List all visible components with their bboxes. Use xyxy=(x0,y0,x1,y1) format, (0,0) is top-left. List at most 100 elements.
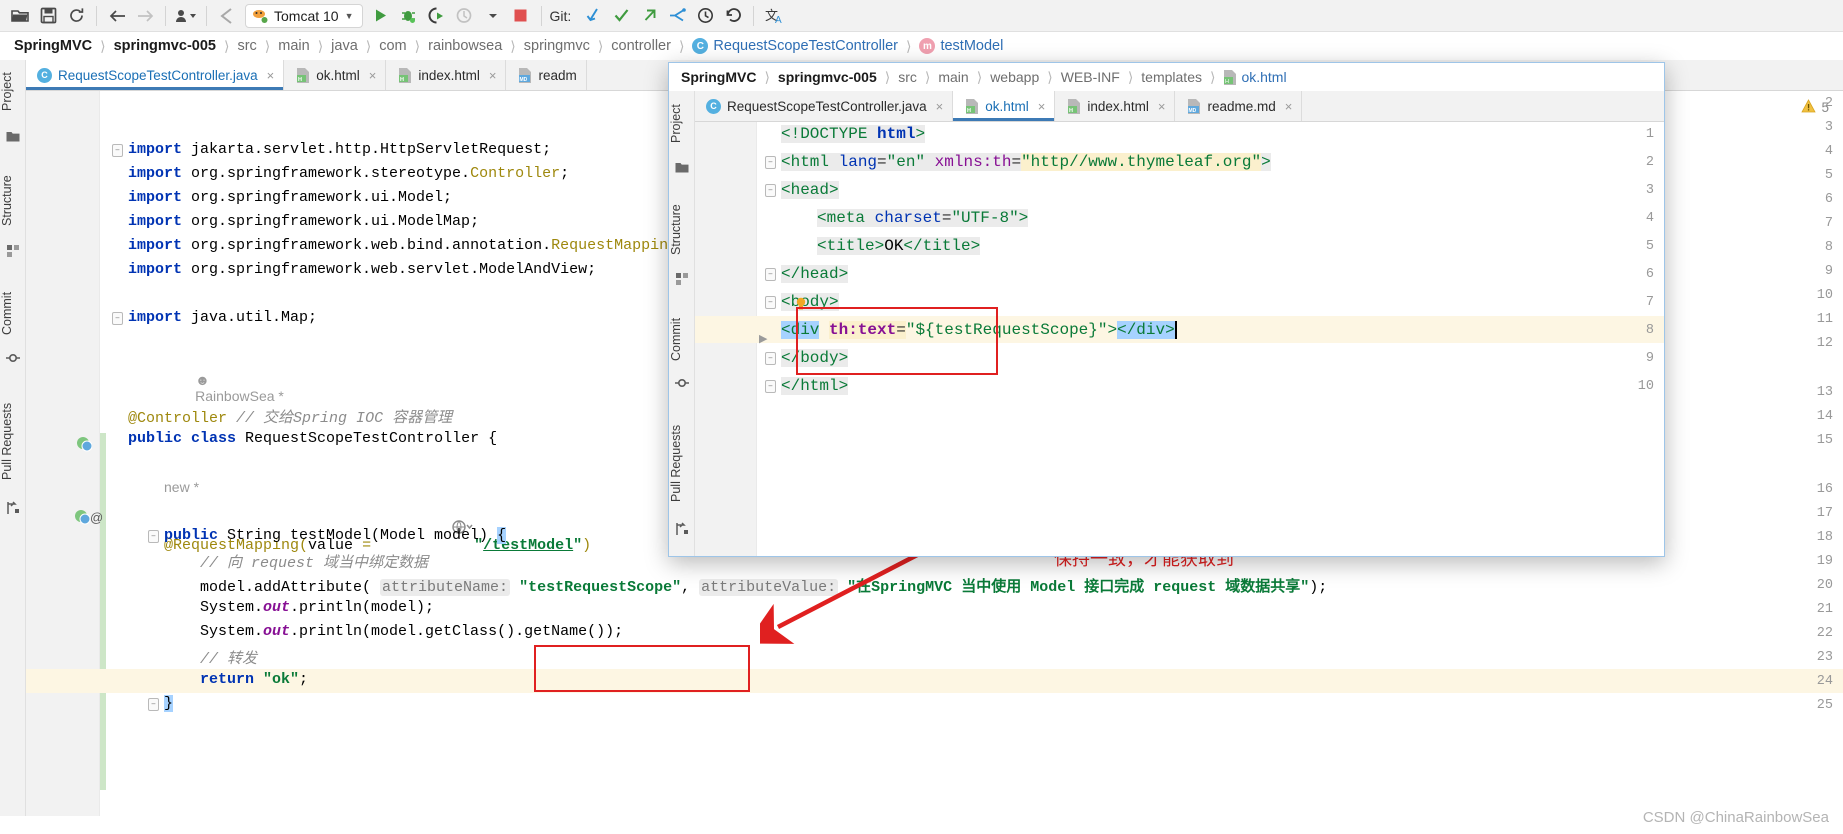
attribute-value-literal: "在SpringMVC 当中使用 Model 接口完成 request 域数据共… xyxy=(847,579,1310,596)
popup-tab-readme-md[interactable]: MD readme.md × xyxy=(1175,91,1303,121)
breadcrumb-separator: ⟩ xyxy=(884,68,891,85)
close-icon[interactable]: × xyxy=(489,68,497,83)
expand-arrow-icon[interactable]: ▶ xyxy=(759,332,767,345)
fold-marker-icon[interactable]: – xyxy=(112,312,123,325)
breadcrumb-item-rainbowsea[interactable]: rainbowsea xyxy=(428,38,502,54)
popup-sidebar-item-pull-requests[interactable]: Pull Requests xyxy=(669,413,695,513)
git-rebase-icon[interactable] xyxy=(663,3,691,29)
git-label: Git: xyxy=(549,7,572,24)
fold-marker-icon[interactable]: – xyxy=(765,268,776,281)
gutter-annotation-icon[interactable]: @ xyxy=(90,510,103,525)
profile-dropdown-icon[interactable] xyxy=(172,3,200,29)
debug-icon[interactable] xyxy=(395,3,423,29)
breadcrumb-item-springmvc-005[interactable]: springmvc-005 xyxy=(114,38,216,54)
open-folder-icon[interactable] xyxy=(6,3,34,29)
popup-sidebar-item-structure[interactable]: Structure xyxy=(669,195,695,265)
run-with-coverage-icon[interactable] xyxy=(423,3,451,29)
run-configuration-selector[interactable]: Tomcat 10 ▼ xyxy=(245,3,363,28)
git-update-icon[interactable] xyxy=(579,3,607,29)
close-icon[interactable]: × xyxy=(1038,99,1046,114)
popup-breadcrumb-item-ok-html[interactable]: ok.html xyxy=(1241,69,1286,85)
git-rollback-icon[interactable] xyxy=(719,3,747,29)
param-hint-attributevalue: attributeValue: xyxy=(699,579,839,596)
fold-marker-icon[interactable]: – xyxy=(765,184,776,197)
close-icon[interactable]: × xyxy=(267,68,275,83)
toolbar-divider-2 xyxy=(165,5,166,26)
breadcrumb-item-src[interactable]: src xyxy=(237,38,256,54)
tab-readme-md[interactable]: MD readm xyxy=(506,60,587,90)
breadcrumb-separator: ⟩ xyxy=(764,68,770,85)
line-number-gutter[interactable] xyxy=(26,91,100,834)
sidebar-item-project[interactable]: Project xyxy=(0,62,26,122)
left-tool-strip: Project Structure Commit Pull Requests xyxy=(0,60,26,834)
popup-breadcrumb-item-templates[interactable]: templates xyxy=(1141,69,1202,85)
git-push-icon[interactable] xyxy=(635,3,663,29)
git-history-icon[interactable] xyxy=(691,3,719,29)
fold-marker-icon[interactable]: – xyxy=(112,144,123,157)
breadcrumb-item-method[interactable]: testModel xyxy=(940,38,1003,54)
breadcrumb-item-springmvc-pkg[interactable]: springmvc xyxy=(524,38,590,54)
close-icon[interactable]: × xyxy=(1158,99,1166,114)
fold-marker-icon[interactable]: – xyxy=(148,698,159,711)
popup-breadcrumb-item-main[interactable]: main xyxy=(938,69,968,85)
git-commit-icon[interactable] xyxy=(607,3,635,29)
close-icon[interactable]: × xyxy=(1285,99,1293,114)
gutter-run-icon[interactable] xyxy=(76,436,93,455)
intention-bulb-icon[interactable] xyxy=(795,297,807,316)
fold-marker-icon[interactable]: – xyxy=(148,530,159,543)
close-icon[interactable]: × xyxy=(936,99,944,114)
popup-breadcrumb-item-src[interactable]: src xyxy=(898,69,917,85)
breadcrumb-separator: ⟩ xyxy=(597,37,604,54)
back-arrow-icon[interactable] xyxy=(103,3,131,29)
popup-breadcrumb-item-springmvc[interactable]: SpringMVC xyxy=(681,69,756,85)
toolbar-divider-4 xyxy=(540,5,542,26)
popup-tab-ok-html[interactable]: H ok.html × xyxy=(953,91,1056,121)
fold-marker-icon[interactable]: – xyxy=(765,352,776,365)
breadcrumb-item-com[interactable]: com xyxy=(379,38,406,54)
breadcrumb-item-java[interactable]: java xyxy=(331,38,358,54)
fold-marker-icon[interactable]: – xyxy=(765,156,776,169)
popup-breadcrumb-item-webapp[interactable]: webapp xyxy=(990,69,1039,85)
breadcrumb-item-controller[interactable]: controller xyxy=(611,38,671,54)
tab-ok-html[interactable]: H ok.html × xyxy=(284,60,387,90)
popup-tab-requestscopetestcontroller-java[interactable]: C RequestScopeTestController.java × xyxy=(695,91,954,121)
commit-icon xyxy=(5,350,21,366)
fold-marker-icon[interactable]: – xyxy=(765,380,776,393)
popup-breadcrumb-item-web-inf[interactable]: WEB-INF xyxy=(1061,69,1120,85)
popup-tab-index-html[interactable]: H index.html × xyxy=(1055,91,1176,121)
run-icon[interactable] xyxy=(367,3,395,29)
translate-icon[interactable]: 文A xyxy=(760,3,788,29)
sync-icon[interactable] xyxy=(62,3,90,29)
popup-code-editor[interactable]: 1 2 3 4 5 6 7 8 9 10 <!DOCTYPE html> – <h… xyxy=(695,122,1664,556)
breadcrumb-item-class[interactable]: RequestScopeTestController xyxy=(713,38,898,54)
undo-arrow-icon[interactable] xyxy=(213,3,241,29)
status-badge[interactable]: 5 xyxy=(1801,99,1829,116)
svg-text:H: H xyxy=(1069,108,1073,114)
sidebar-item-commit[interactable]: Commit xyxy=(0,282,26,344)
popup-sidebar-item-project[interactable]: Project xyxy=(669,95,695,153)
tab-requestscopetestcontroller-java[interactable]: C RequestScopeTestController.java × xyxy=(26,60,285,90)
stop-icon[interactable] xyxy=(507,3,535,29)
popup-code-content[interactable]: <!DOCTYPE html> – <html lang="en" xmlns:t… xyxy=(765,122,1664,556)
profile-dropdown-chevron-icon[interactable] xyxy=(479,3,507,29)
popup-editor-window[interactable]: SpringMVC ⟩ springmvc-005 ⟩ src ⟩ main ⟩… xyxy=(668,62,1665,557)
main-toolbar: Tomcat 10 ▼ Git: 文 A xyxy=(0,0,1843,32)
tomcat-icon xyxy=(253,9,268,23)
chevron-down-icon[interactable]: ▼ xyxy=(345,11,354,21)
tab-index-html[interactable]: H index.html × xyxy=(386,60,507,90)
breadcrumb-item-main[interactable]: main xyxy=(278,38,309,54)
fold-marker-icon[interactable]: – xyxy=(765,296,776,309)
sidebar-item-pull-requests[interactable]: Pull Requests xyxy=(0,390,26,492)
popup-breadcrumb-item-springmvc-005[interactable]: springmvc-005 xyxy=(778,69,877,85)
commit-icon xyxy=(674,375,690,391)
save-icon[interactable] xyxy=(34,3,62,29)
popup-sidebar-item-commit[interactable]: Commit xyxy=(669,309,695,369)
toolbar-divider xyxy=(96,5,97,26)
inlay-new-hint: new * xyxy=(164,479,200,495)
close-icon[interactable]: × xyxy=(369,68,377,83)
coverage-bar xyxy=(100,433,106,680)
breadcrumb-item-springmvc[interactable]: SpringMVC xyxy=(14,38,92,54)
breadcrumb-separator: ⟩ xyxy=(510,37,516,54)
sidebar-item-structure[interactable]: Structure xyxy=(0,165,26,237)
gutter-run-method-icon[interactable] xyxy=(74,509,91,528)
